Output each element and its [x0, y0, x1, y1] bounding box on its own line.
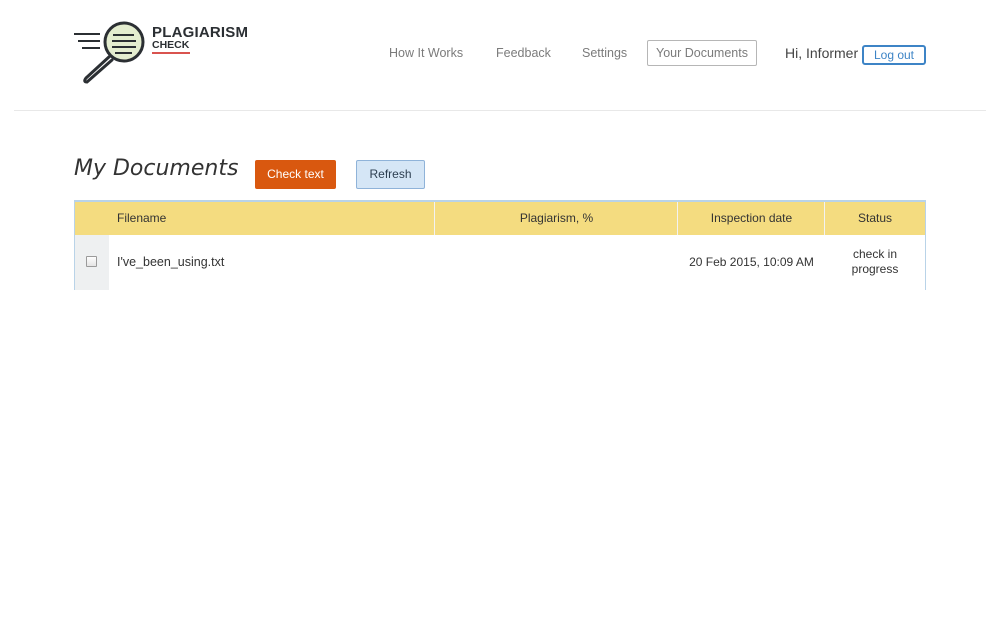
- nav-feedback[interactable]: Feedback: [496, 46, 551, 60]
- documents-table: Filename Plagiarism, % Inspection date S…: [74, 200, 926, 290]
- page-title: My Documents: [74, 156, 239, 181]
- page: PLAGIARISM CHECK How It Works Feedback S…: [0, 0, 1000, 618]
- refresh-button[interactable]: Refresh: [356, 160, 425, 189]
- row-checkbox[interactable]: [86, 256, 97, 267]
- check-text-button[interactable]: Check text: [255, 160, 336, 189]
- nav-how-it-works[interactable]: How It Works: [389, 46, 463, 60]
- table-header: Filename Plagiarism, % Inspection date S…: [75, 202, 925, 235]
- status-line: progress: [851, 262, 899, 276]
- column-header-status[interactable]: Status: [825, 202, 925, 235]
- logout-button[interactable]: Log out: [862, 45, 926, 65]
- nav-settings[interactable]: Settings: [582, 46, 627, 60]
- column-header-plagiarism[interactable]: Plagiarism, %: [435, 202, 678, 235]
- nav-your-documents[interactable]: Your Documents: [647, 40, 757, 66]
- row-select-cell: [75, 235, 109, 290]
- cell-filename[interactable]: I've_been_using.txt: [117, 255, 224, 269]
- table-row[interactable]: I've_been_using.txt 20 Feb 2015, 10:09 A…: [75, 235, 925, 290]
- top-navigation: How It Works Feedback Settings Your Docu…: [0, 40, 1000, 68]
- cell-inspection-date: 20 Feb 2015, 10:09 AM: [689, 255, 814, 269]
- column-header-filename[interactable]: Filename: [117, 202, 166, 235]
- user-greeting: Hi, Informer: [785, 45, 859, 61]
- status-line: check in: [852, 247, 898, 261]
- cell-status: check in progress: [825, 247, 925, 277]
- header-divider: [14, 110, 986, 111]
- column-header-inspection-date[interactable]: Inspection date: [678, 202, 825, 235]
